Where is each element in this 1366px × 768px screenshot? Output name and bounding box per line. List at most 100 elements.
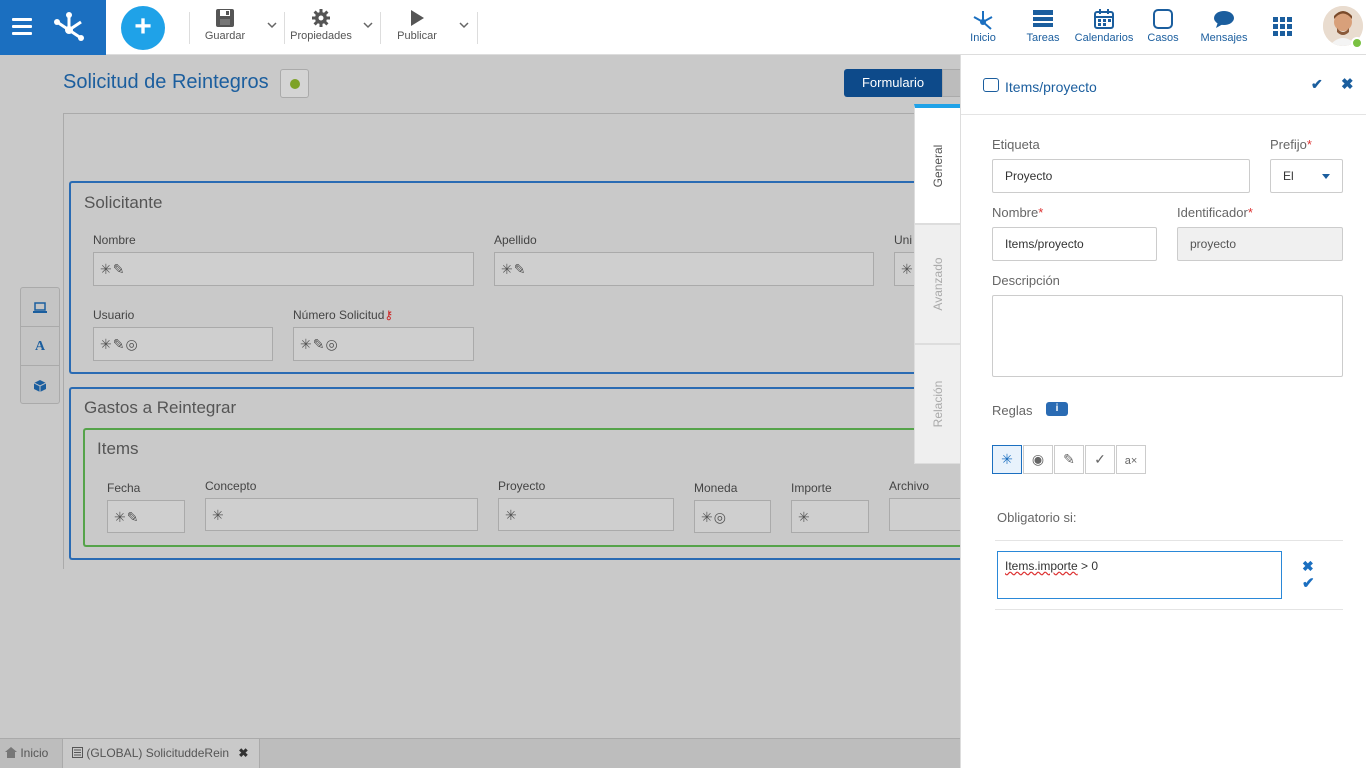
- delete-condition-icon[interactable]: ✖: [1302, 558, 1314, 575]
- required-mark: *: [1247, 205, 1253, 220]
- text-font-icon[interactable]: A: [21, 327, 59, 366]
- tab-avanzado[interactable]: Avanzado: [914, 224, 960, 344]
- message-icon: [1198, 8, 1250, 32]
- field-apellido[interactable]: ✳✎: [494, 252, 874, 286]
- condition-expression-input[interactable]: Items.importe > 0: [997, 551, 1282, 599]
- col-fecha[interactable]: ✳✎: [107, 500, 185, 533]
- app-logo-icon: [54, 12, 84, 41]
- close-icon[interactable]: ✖: [238, 746, 248, 760]
- field-label-usuario: Usuario: [93, 308, 135, 322]
- home-icon: [5, 746, 20, 760]
- publish-button[interactable]: Publicar: [393, 8, 441, 42]
- check-icon: ✓: [1094, 451, 1106, 467]
- calendar-icon: [1074, 8, 1134, 32]
- field-usuario[interactable]: ✳✎◎: [93, 327, 273, 361]
- view-dropdown-button[interactable]: [942, 69, 962, 97]
- prefijo-select[interactable]: El: [1270, 159, 1343, 193]
- label-identificador: Identificador*: [1177, 205, 1253, 220]
- identificador-input: proyecto: [1177, 227, 1343, 261]
- field-numero-solicitud[interactable]: ✳✎◎: [293, 327, 474, 361]
- tab-general[interactable]: General: [914, 104, 960, 224]
- rule-clear-value-button[interactable]: a×: [1116, 445, 1146, 474]
- info-icon[interactable]: i: [1046, 402, 1068, 416]
- toolbar-separator: [189, 12, 190, 44]
- tab-document[interactable]: (GLOBAL) SolicituddeRein ✖: [62, 739, 260, 768]
- save-label: Guardar: [204, 30, 246, 42]
- col-label-concepto: Concepto: [205, 479, 257, 493]
- field-label-nombre: Nombre: [93, 233, 136, 247]
- label-reglas: Reglas: [992, 403, 1033, 418]
- chevron-down-icon[interactable]: [363, 20, 373, 30]
- rule-obligatorio-button[interactable]: ✳: [992, 445, 1022, 474]
- identificador-text: Identificador: [1177, 205, 1248, 220]
- pencil-icon: ✎: [1063, 451, 1075, 467]
- key-icon: ⚷: [384, 308, 394, 322]
- clear-value-icon: a×: [1124, 455, 1138, 467]
- field-label-numero-solicitud: Número Solicitud⚷: [293, 308, 393, 322]
- confirm-icon[interactable]: ✔: [1311, 76, 1323, 93]
- label-obligatorio-si: Obligatorio si:: [997, 510, 1077, 525]
- nav-tareas[interactable]: Tareas: [1024, 8, 1062, 44]
- tab-inicio[interactable]: Inicio: [5, 739, 60, 768]
- publish-label: Publicar: [397, 30, 437, 42]
- online-status-dot: [1351, 37, 1363, 49]
- cube-icon[interactable]: [21, 366, 59, 405]
- field-unidad[interactable]: ✳: [894, 252, 914, 286]
- nav-calendarios[interactable]: Calendarios: [1074, 8, 1134, 44]
- field-nombre[interactable]: ✳✎: [93, 252, 474, 286]
- etiqueta-input[interactable]: Proyecto: [992, 159, 1250, 193]
- nav-inicio[interactable]: Inicio: [965, 8, 1001, 44]
- cases-icon: [1146, 8, 1180, 32]
- col-concepto[interactable]: ✳: [205, 498, 478, 531]
- rule-validation-button[interactable]: ✓: [1085, 445, 1115, 474]
- properties-button[interactable]: Propiedades: [288, 8, 354, 42]
- prefijo-value: El: [1283, 169, 1294, 183]
- chevron-down-icon[interactable]: [267, 20, 277, 30]
- rule-visible-button[interactable]: ◉: [1023, 445, 1053, 474]
- col-importe[interactable]: ✳: [791, 500, 869, 533]
- toolbar-separator: [380, 12, 381, 44]
- col-moneda[interactable]: ✳◎: [694, 500, 771, 533]
- properties-panel: Items/proyecto ✔ ✖ Etiqueta Proyecto Pre…: [960, 55, 1366, 768]
- descripcion-textarea[interactable]: [992, 295, 1343, 377]
- section-title-solicitante: Solicitante: [84, 193, 163, 212]
- main-menu-button[interactable]: [0, 0, 106, 55]
- properties-label: Propiedades: [290, 30, 352, 42]
- required-mark: *: [1306, 137, 1312, 152]
- nombre-input[interactable]: Items/proyecto: [992, 227, 1157, 261]
- status-dot-icon: [290, 79, 300, 89]
- tab-formulario[interactable]: Formulario: [844, 69, 942, 97]
- col-label-moneda: Moneda: [694, 481, 738, 495]
- field-label-unidad: Uni: [894, 233, 913, 247]
- condition-expression-operator: > 0: [1077, 559, 1099, 573]
- accept-condition-icon[interactable]: ✔: [1302, 574, 1315, 592]
- apps-grid-icon[interactable]: [1273, 17, 1293, 37]
- tab-relacion[interactable]: Relación: [914, 344, 960, 464]
- numero-solicitud-text: Número Solicitud: [293, 308, 385, 322]
- rule-icons: ✳✎: [114, 509, 140, 525]
- nav-tareas-label: Tareas: [1026, 32, 1060, 44]
- status-indicator[interactable]: [280, 69, 309, 98]
- rule-icons: ✳: [901, 261, 914, 277]
- chevron-down-icon[interactable]: [459, 20, 469, 30]
- tasks-icon: [1024, 8, 1062, 32]
- nav-casos[interactable]: Casos: [1146, 8, 1180, 44]
- close-icon[interactable]: ✖: [1341, 75, 1354, 93]
- rule-icons: ✳: [505, 507, 518, 523]
- col-proyecto[interactable]: ✳: [498, 498, 674, 531]
- desktop-icon[interactable]: [21, 288, 59, 327]
- section-title-gastos: Gastos a Reintegrar: [84, 398, 237, 417]
- col-archivo[interactable]: [889, 498, 963, 531]
- eye-icon: ◉: [1031, 451, 1045, 467]
- nav-casos-label: Casos: [1147, 32, 1179, 44]
- rule-icons: ✳: [798, 509, 811, 525]
- document-icon: [72, 746, 86, 760]
- rule-editable-button[interactable]: ✎: [1054, 445, 1084, 474]
- tab-relacion-label: Relación: [930, 380, 945, 428]
- col-label-importe: Importe: [791, 481, 832, 495]
- page-title: Solicitud de Reintegros: [63, 71, 269, 93]
- save-button[interactable]: Guardar: [200, 8, 250, 42]
- add-button[interactable]: +: [121, 6, 165, 50]
- nav-mensajes[interactable]: Mensajes: [1198, 8, 1250, 44]
- caret-down-icon: [1322, 174, 1330, 179]
